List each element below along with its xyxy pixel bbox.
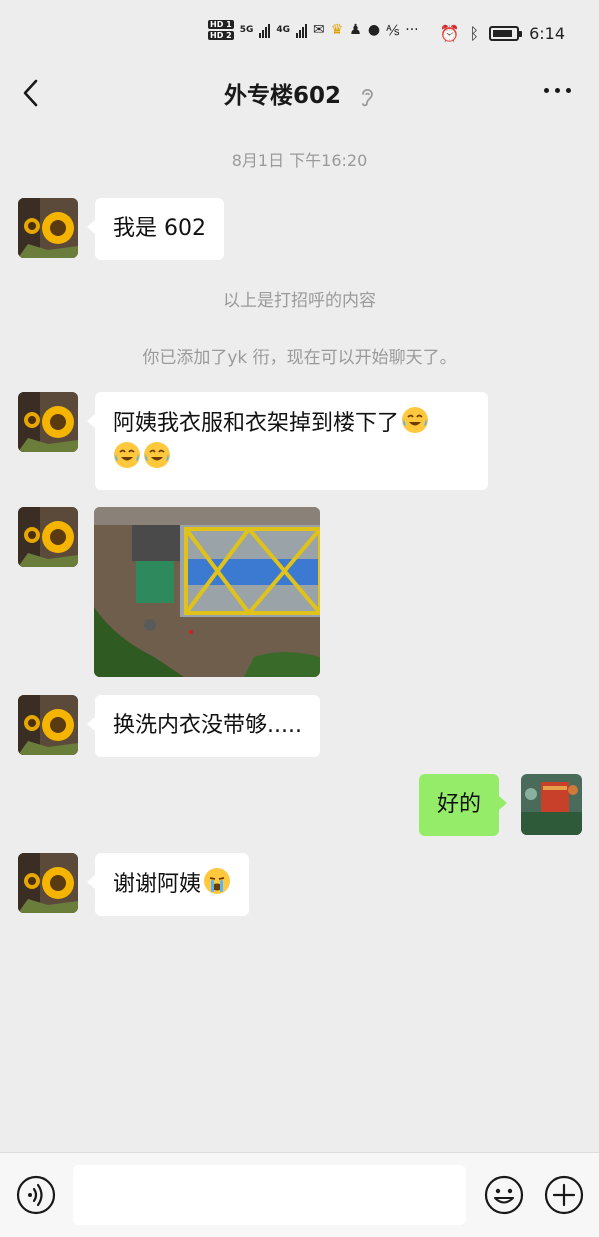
status-left: HD 1 HD 2 5G 4G ✉ ♛ ♟ ● ⅍ ··· (208, 20, 419, 40)
avatar[interactable] (18, 695, 78, 755)
crying-emoji-icon (204, 868, 231, 894)
net1-label: 5G (239, 25, 254, 35)
emoji-button[interactable] (484, 1175, 524, 1215)
sunflower-avatar-icon (18, 695, 78, 755)
voice-button[interactable] (16, 1175, 56, 1215)
bluetooth-icon: ᛒ (469, 24, 480, 43)
more-actions-button[interactable] (544, 1175, 584, 1215)
message-text: 阿姨我衣服和衣架掉到楼下了 (113, 411, 400, 436)
message-input[interactable] (73, 1165, 466, 1225)
ear-icon (362, 88, 373, 106)
more-button[interactable] (544, 88, 571, 93)
avatar[interactable] (18, 507, 78, 567)
more-icon (544, 88, 549, 93)
photo-message[interactable] (94, 507, 320, 677)
signal-icon (296, 22, 307, 38)
avatar[interactable] (18, 198, 78, 258)
qq-icon: ♟ (349, 22, 362, 38)
message-bubble[interactable]: 谢谢阿姨 (86, 853, 250, 916)
message-text: 谢谢阿姨 (113, 872, 202, 897)
hd2-label: HD 2 (208, 31, 234, 40)
signal-icon (259, 22, 271, 38)
sunflower-avatar-icon (18, 392, 78, 452)
message-text: 我是 602 (113, 216, 206, 241)
sunflower-avatar-icon (18, 853, 78, 913)
plus-icon (544, 1175, 584, 1215)
chat-header: 外专楼602 (0, 62, 599, 124)
my-avatar[interactable] (521, 774, 582, 835)
avatar[interactable] (18, 853, 78, 913)
clock: 6:14 (529, 24, 565, 43)
sunflower-avatar-icon (18, 198, 78, 258)
battery-icon (489, 26, 523, 41)
crying-laughing-emoji-icon (144, 442, 170, 468)
notification-icon: ✉ (313, 22, 325, 38)
my-avatar-image (521, 774, 582, 835)
hd1-label: HD 1 (208, 20, 234, 29)
message-text: 好的 (437, 792, 482, 817)
translate-icon: ⅍ (386, 22, 400, 39)
crying-laughing-emoji-icon (114, 442, 140, 468)
status-bar: HD 1 HD 2 5G 4G ✉ ♛ ♟ ● ⅍ ··· ⏰ ᛒ 6:14 (0, 0, 599, 62)
status-right: ⏰ ᛒ 6:14 (440, 24, 565, 43)
chat-bubble-icon: ● (367, 22, 381, 38)
message-text: 换洗内衣没带够..... (113, 713, 302, 738)
input-bar (0, 1152, 599, 1237)
system-message: 你已添加了yk 衎，现在可以开始聊天了。 (142, 348, 457, 368)
chat-timestamp: 8月1日 下午16:20 (231, 151, 368, 170)
ground-photo (94, 507, 320, 677)
message-bubble[interactable]: 我是 602 (87, 198, 224, 260)
chat-title-wrap: 外专楼602 (0, 76, 599, 110)
sunflower-avatar-icon (18, 507, 78, 567)
chat-title: 外专楼602 (223, 83, 341, 109)
avatar[interactable] (18, 392, 78, 452)
app-icon: ♛ (330, 22, 344, 38)
alarm-icon: ⏰ (439, 24, 460, 43)
smile-icon (484, 1175, 524, 1215)
crying-laughing-emoji-icon (402, 407, 429, 433)
net2-label: 4G (276, 25, 290, 35)
hd-indicator: HD 1 HD 2 (208, 20, 234, 40)
voice-icon (16, 1175, 56, 1215)
message-bubble[interactable]: 换洗内衣没带够..... (87, 695, 320, 757)
more-notifications-icon: ··· (405, 22, 419, 38)
system-message: 以上是打招呼的内容 (223, 291, 376, 311)
my-message-bubble[interactable]: 好的 (419, 774, 508, 836)
message-bubble[interactable]: 阿姨我衣服和衣架掉到楼下了 (87, 392, 488, 490)
